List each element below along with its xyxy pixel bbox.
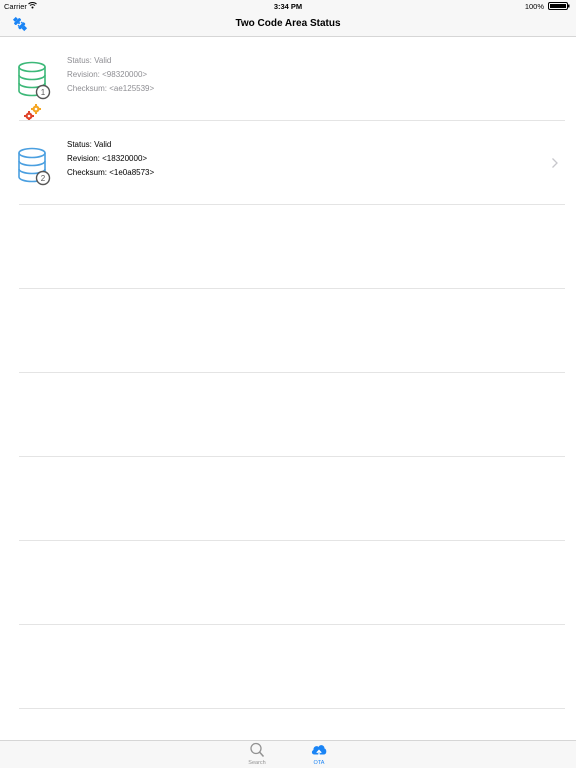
- code-area-row-2[interactable]: 2 Status: Valid Revision: <18320000> Che…: [0, 121, 576, 205]
- empty-row: [0, 625, 576, 709]
- empty-row: [0, 457, 576, 541]
- tab-search[interactable]: Search: [237, 741, 277, 768]
- magnifier-icon: [250, 742, 265, 757]
- code-area-badge: 1: [41, 88, 46, 97]
- empty-row: [0, 289, 576, 373]
- status-text: Status: Valid: [67, 56, 112, 65]
- code-area-row-1[interactable]: 1 Status: Valid Revision: <98320000> Che…: [0, 37, 576, 121]
- battery-icon: [548, 2, 570, 10]
- clock: 3:34 PM: [273, 2, 303, 11]
- status-text: Status: Valid: [67, 140, 112, 149]
- empty-row: [0, 205, 576, 289]
- status-bar: Carrier 3:34 PM 100%: [0, 0, 576, 12]
- battery-percentage: 100%: [524, 2, 544, 11]
- row-separator: [19, 708, 565, 709]
- page-title: Two Code Area Status: [235, 18, 341, 29]
- code-area-list: 1 Status: Valid Revision: <98320000> Che…: [0, 37, 576, 709]
- empty-row: [0, 541, 576, 625]
- tab-bar: Search OTA: [0, 740, 576, 768]
- tab-ota[interactable]: OTA: [299, 741, 339, 768]
- tab-label: Search: [248, 760, 266, 766]
- empty-row: [0, 373, 576, 457]
- database-icon: 1: [18, 61, 51, 100]
- navigation-bar: Two Code Area Status: [0, 12, 576, 37]
- tab-label: OTA: [313, 760, 325, 766]
- revision-text: Revision: <18320000>: [67, 154, 148, 163]
- chevron-right-icon: [552, 158, 558, 168]
- cloud-upload-icon: [311, 745, 327, 758]
- database-icon: 2: [18, 147, 51, 186]
- code-area-badge: 2: [41, 174, 46, 183]
- checksum-text: Checksum: <ae125539>: [67, 84, 155, 93]
- revision-text: Revision: <98320000>: [67, 70, 148, 79]
- checksum-text: Checksum: <1e0a8573>: [67, 168, 155, 177]
